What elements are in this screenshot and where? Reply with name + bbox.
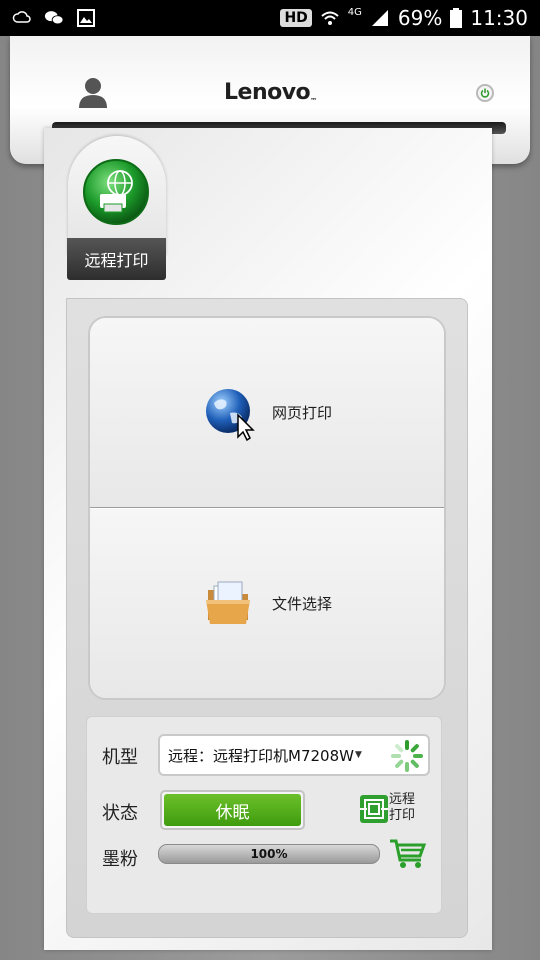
power-icon[interactable]	[476, 84, 494, 102]
action-group: 网页打印 文件选择	[88, 316, 446, 700]
status-value: 休眠	[164, 794, 301, 826]
globe-printer-icon[interactable]	[82, 158, 150, 226]
remote-print-label[interactable]: 远程 打印	[389, 792, 425, 824]
model-value: 远程：远程打印机M7208W	[168, 746, 354, 765]
toner-level-bar: 100%	[158, 844, 380, 864]
web-print-button[interactable]: 网页打印	[90, 318, 444, 508]
battery-icon	[450, 8, 463, 28]
status-indicator: 休眠	[160, 790, 305, 830]
toner-value: 100%	[250, 847, 288, 861]
status-label: 状态	[102, 803, 138, 824]
user-icon[interactable]	[78, 76, 108, 108]
gallery-icon	[77, 9, 95, 27]
file-select-label: 文件选择	[271, 595, 332, 613]
globe-cursor-icon	[205, 388, 255, 441]
network-type: 4G	[347, 6, 362, 18]
battery-percent: 69%	[397, 6, 443, 30]
tab-remote-print[interactable]: 远程打印	[67, 238, 166, 280]
wifi-icon	[321, 11, 339, 25]
dropdown-arrow-icon: ▼	[354, 750, 362, 760]
remote-print-icon[interactable]	[359, 794, 389, 824]
shopping-cart-icon[interactable]	[388, 838, 426, 870]
wechat-icon	[44, 11, 64, 25]
web-print-label: 网页打印	[271, 404, 332, 422]
folder-icon	[205, 581, 250, 624]
brand-logo: Lenovo™	[224, 80, 317, 105]
hd-badge: HD	[280, 9, 312, 27]
model-label: 机型	[102, 747, 138, 768]
signal-icon	[371, 10, 388, 26]
clock: 11:30	[470, 6, 528, 30]
file-select-button[interactable]: 文件选择	[90, 508, 444, 698]
toner-label: 墨粉	[102, 849, 138, 870]
weather-icon	[12, 11, 31, 23]
refresh-spinner-icon[interactable]	[390, 739, 424, 773]
status-bar: HD 4G 69% 11:30	[0, 0, 540, 36]
